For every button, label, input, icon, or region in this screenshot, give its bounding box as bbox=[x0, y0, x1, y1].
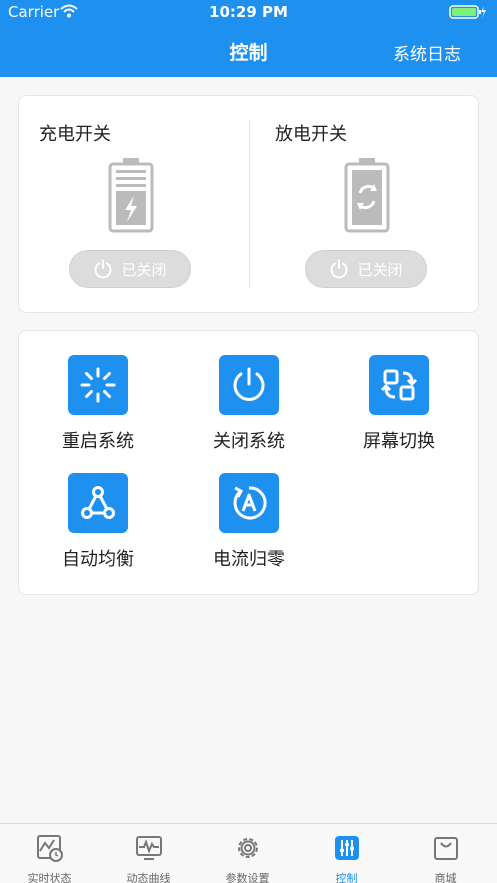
app-header: Carrier 10:29 PM 控制 系统日志 bbox=[0, 0, 497, 77]
auto-balance-button[interactable]: 自动均衡 bbox=[38, 473, 158, 571]
restart-system-label: 重启系统 bbox=[62, 431, 134, 452]
balance-icon bbox=[81, 486, 115, 519]
system-log-link[interactable]: 系统日志 bbox=[393, 40, 461, 65]
shopping-bag-icon bbox=[433, 837, 458, 860]
tab-control[interactable]: 控制 bbox=[297, 824, 396, 883]
settings-gear-icon bbox=[237, 838, 258, 858]
tab-label: 控制 bbox=[335, 872, 358, 883]
tab-realtime-status[interactable]: 实时状态 bbox=[0, 824, 99, 883]
tab-label: 动态曲线 bbox=[126, 872, 171, 883]
shutdown-system-button[interactable]: 关闭系统 bbox=[189, 355, 309, 453]
bottom-tab-bar: 实时状态 动态曲线 参数设置 控制 商城 bbox=[0, 823, 497, 883]
current-zero-button[interactable]: 电流归零 bbox=[189, 473, 309, 571]
switch-card: 充电开关 已关闭 放电开关 已关闭 bbox=[18, 95, 479, 313]
tab-settings[interactable]: 参数设置 bbox=[198, 824, 297, 883]
dynamic-curve-icon bbox=[135, 836, 162, 860]
switch-divider bbox=[249, 120, 250, 288]
screen-switch-icon bbox=[380, 369, 418, 401]
tab-label: 实时状态 bbox=[27, 872, 72, 883]
discharge-switch-title: 放电开关 bbox=[275, 124, 347, 145]
restart-system-button[interactable]: 重启系统 bbox=[38, 355, 158, 453]
discharge-switch-state: 已关闭 bbox=[357, 260, 403, 279]
power-icon bbox=[95, 259, 112, 279]
current-zero-label: 电流归零 bbox=[213, 549, 285, 570]
discharge-battery-icon bbox=[344, 158, 390, 233]
battery-status-icon bbox=[449, 5, 486, 19]
restart-icon bbox=[80, 367, 116, 403]
shutdown-system-label: 关闭系统 bbox=[213, 431, 285, 452]
current-zero-icon bbox=[233, 486, 267, 520]
realtime-status-icon bbox=[36, 835, 63, 862]
auto-balance-label: 自动均衡 bbox=[62, 549, 134, 570]
charging-battery-icon bbox=[108, 158, 154, 233]
power-icon bbox=[331, 259, 348, 279]
discharge-switch-button[interactable]: 已关闭 bbox=[305, 250, 427, 288]
actions-card: 重启系统 关闭系统 屏幕切换 自动均衡 电流归零 bbox=[18, 330, 479, 595]
tab-shop[interactable]: 商城 bbox=[396, 824, 495, 883]
tab-dynamic-curve[interactable]: 动态曲线 bbox=[99, 824, 198, 883]
control-sliders-icon bbox=[334, 836, 359, 860]
charge-switch-state: 已关闭 bbox=[121, 260, 167, 279]
status-time: 10:29 PM bbox=[209, 3, 288, 21]
charge-switch-title: 充电开关 bbox=[39, 124, 111, 145]
charge-switch-button[interactable]: 已关闭 bbox=[69, 250, 191, 288]
power-icon bbox=[233, 367, 265, 401]
tab-label: 商城 bbox=[434, 872, 457, 883]
tab-label: 参数设置 bbox=[225, 872, 270, 883]
screen-switch-label: 屏幕切换 bbox=[363, 431, 435, 452]
screen-switch-button[interactable]: 屏幕切换 bbox=[339, 355, 459, 453]
